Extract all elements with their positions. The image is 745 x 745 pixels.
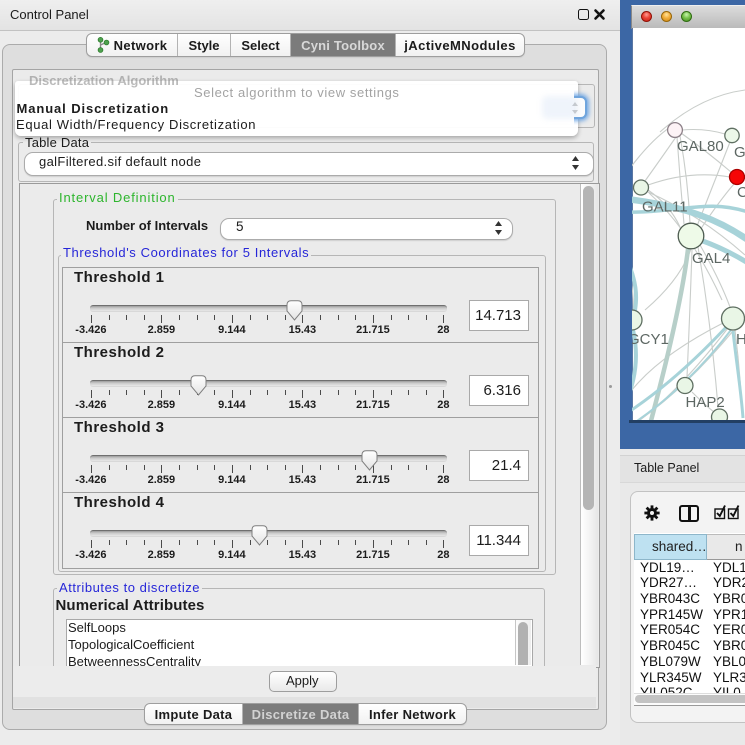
svg-text:GCY1: GCY1 bbox=[632, 331, 669, 348]
svg-text:H: H bbox=[736, 331, 745, 348]
svg-text:GAL11: GAL11 bbox=[642, 199, 688, 216]
svg-text:C: C bbox=[737, 184, 745, 201]
svg-text:GAL4: GAL4 bbox=[692, 250, 730, 267]
svg-text:G: G bbox=[734, 144, 745, 161]
svg-text:GAL80: GAL80 bbox=[677, 138, 724, 155]
svg-text:HAP2: HAP2 bbox=[686, 394, 725, 411]
